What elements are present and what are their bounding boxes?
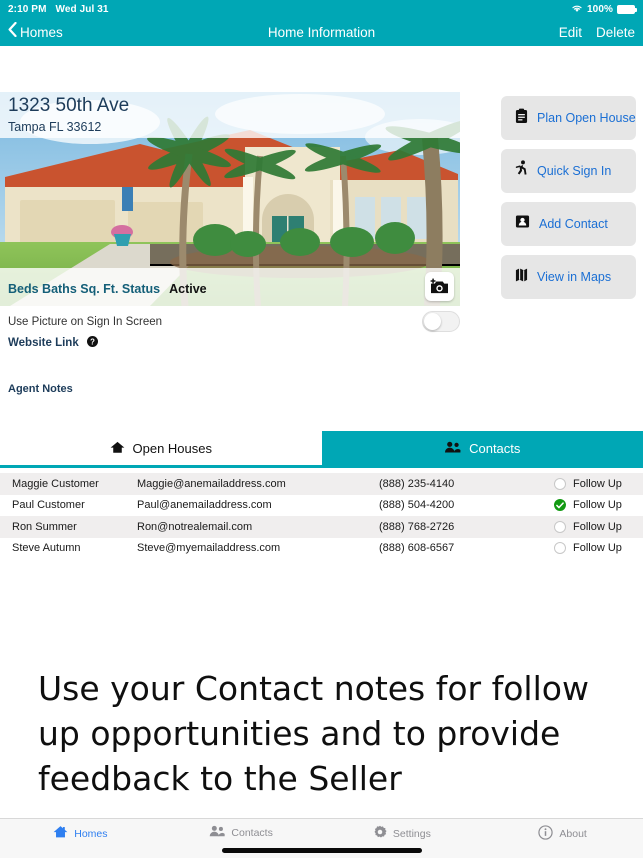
contact-phone: (888) 235-4140 (379, 477, 455, 490)
table-row[interactable]: Paul Customer Paul@anemailaddress.com (8… (0, 494, 643, 516)
help-circle-icon[interactable]: ? (86, 334, 98, 352)
add-contact-button[interactable]: Add Contact (501, 202, 636, 246)
page-title: Home Information (267, 24, 376, 40)
follow-up-checkbox[interactable] (554, 542, 566, 555)
status-date: Wed Jul 31 (55, 3, 109, 15)
follow-up-cell[interactable]: Follow Up (554, 477, 643, 490)
follow-up-checkbox-checked[interactable] (554, 499, 566, 512)
follow-up-label: Follow Up (573, 477, 622, 490)
edit-button[interactable]: Edit (559, 25, 582, 40)
bottom-tab-about-label: About (559, 828, 587, 840)
contact-email: Steve@myemailaddress.com (137, 542, 281, 555)
app-screen: 2:10 PM Wed Jul 31 100% Homes Home Infor… (0, 0, 643, 858)
back-label: Homes (20, 24, 63, 40)
tab-open-houses-label: Open Houses (132, 441, 213, 456)
battery-percentage: 100% (587, 3, 613, 15)
specs-labels: Beds Baths Sq. Ft. Status (8, 282, 161, 296)
plan-open-house-label: Plan Open House (537, 111, 636, 125)
tab-open-houses[interactable]: Open Houses (0, 431, 322, 466)
action-button-list: Plan Open House Quick Sign In Add Contac… (501, 96, 636, 308)
contact-name: Ron Summer (12, 520, 77, 533)
tab-contacts[interactable]: Contacts (321, 431, 643, 466)
website-link-row: Website Link ? (8, 334, 98, 352)
use-picture-switch[interactable] (422, 311, 460, 332)
nav-bar: Homes Home Information Edit Delete (0, 18, 643, 46)
follow-up-label: Follow Up (573, 520, 622, 533)
bottom-tab-contacts-label: Contacts (231, 826, 273, 839)
nav-actions: Edit Delete (559, 25, 635, 40)
quick-sign-in-label: Quick Sign In (537, 164, 612, 178)
table-row[interactable]: Maggie Customer Maggie@anemailaddress.co… (0, 473, 643, 495)
address-line-2: Tampa FL 33612 (8, 120, 102, 134)
running-person-icon (515, 160, 528, 182)
wifi-icon (571, 3, 583, 16)
address-line-1: 1323 50th Ave (8, 95, 130, 116)
bottom-tab-settings-label: Settings (392, 827, 431, 840)
camera-add-icon[interactable] (425, 272, 454, 301)
contact-phone: (888) 504-4200 (379, 499, 455, 512)
status-time: 2:10 PM (8, 3, 47, 15)
contact-email: Maggie@anemailaddress.com (137, 477, 286, 490)
bottom-tab-homes-label: Homes (74, 827, 108, 840)
agent-notes-label: Agent Notes (8, 383, 73, 395)
contact-name: Maggie Customer (12, 477, 99, 490)
clipboard-icon (515, 108, 528, 129)
home-indicator (221, 848, 422, 853)
follow-up-cell[interactable]: Follow Up (554, 542, 643, 555)
people-icon (444, 441, 461, 456)
follow-up-label: Follow Up (573, 499, 622, 512)
promo-text: Use your Contact notes for follow up opp… (38, 669, 589, 799)
follow-up-checkbox[interactable] (554, 477, 566, 490)
status-value: Active (169, 282, 207, 296)
delete-button[interactable]: Delete (596, 25, 635, 40)
status-bar: 2:10 PM Wed Jul 31 100% (0, 0, 643, 18)
people-icon (209, 825, 226, 840)
table-row[interactable]: Ron Summer Ron@notrealemail.com (888) 76… (0, 516, 643, 538)
bottom-tab-about[interactable]: About (482, 825, 643, 843)
section-tabs: Open Houses Contacts (0, 431, 643, 466)
contact-card-icon (515, 214, 530, 234)
contact-phone: (888) 608-6567 (379, 542, 455, 555)
table-row[interactable]: Steve Autumn Steve@myemailaddress.com (8… (0, 537, 643, 559)
map-icon (515, 267, 528, 288)
house-icon (110, 441, 125, 457)
svg-text:?: ? (90, 337, 95, 346)
property-specs: Beds Baths Sq. Ft. Status Active (8, 282, 207, 296)
contact-name: Paul Customer (12, 499, 85, 512)
status-right-group: 100% (571, 3, 637, 16)
use-picture-label: Use Picture on Sign In Screen (8, 315, 163, 328)
switch-knob (424, 313, 441, 330)
tab-underline (0, 465, 643, 468)
home-icon (53, 825, 68, 842)
add-contact-label: Add Contact (539, 217, 608, 231)
plan-open-house-button[interactable]: Plan Open House (501, 96, 636, 140)
website-link[interactable]: Website Link (8, 337, 79, 349)
follow-up-cell[interactable]: Follow Up (554, 499, 643, 512)
bottom-tab-bar: Homes Contacts Settings About (0, 818, 643, 858)
use-picture-toggle-row: Use Picture on Sign In Screen (8, 311, 460, 332)
follow-up-checkbox[interactable] (554, 520, 566, 533)
info-icon (538, 825, 554, 843)
contact-email: Ron@notrealemail.com (137, 520, 253, 533)
property-photo-card[interactable]: 1323 50th Ave Tampa FL 33612 Beds Baths … (0, 92, 460, 306)
quick-sign-in-button[interactable]: Quick Sign In (501, 149, 636, 193)
back-button[interactable]: Homes (8, 21, 63, 42)
view-in-maps-button[interactable]: View in Maps (501, 255, 636, 299)
view-in-maps-label: View in Maps (537, 270, 612, 284)
chevron-left-icon (8, 21, 17, 42)
contact-name: Steve Autumn (12, 542, 81, 555)
bottom-tab-settings[interactable]: Settings (322, 825, 483, 842)
bottom-tab-contacts[interactable]: Contacts (161, 825, 322, 840)
bottom-tab-homes[interactable]: Homes (0, 825, 161, 842)
follow-up-label: Follow Up (573, 542, 622, 555)
gear-icon (373, 825, 387, 842)
contact-email: Paul@anemailaddress.com (137, 499, 272, 512)
follow-up-cell[interactable]: Follow Up (554, 520, 643, 533)
tab-contacts-label: Contacts (469, 441, 521, 456)
contacts-table: Maggie Customer Maggie@anemailaddress.co… (0, 473, 643, 559)
contact-phone: (888) 768-2726 (379, 520, 455, 533)
battery-full-icon (617, 4, 637, 14)
